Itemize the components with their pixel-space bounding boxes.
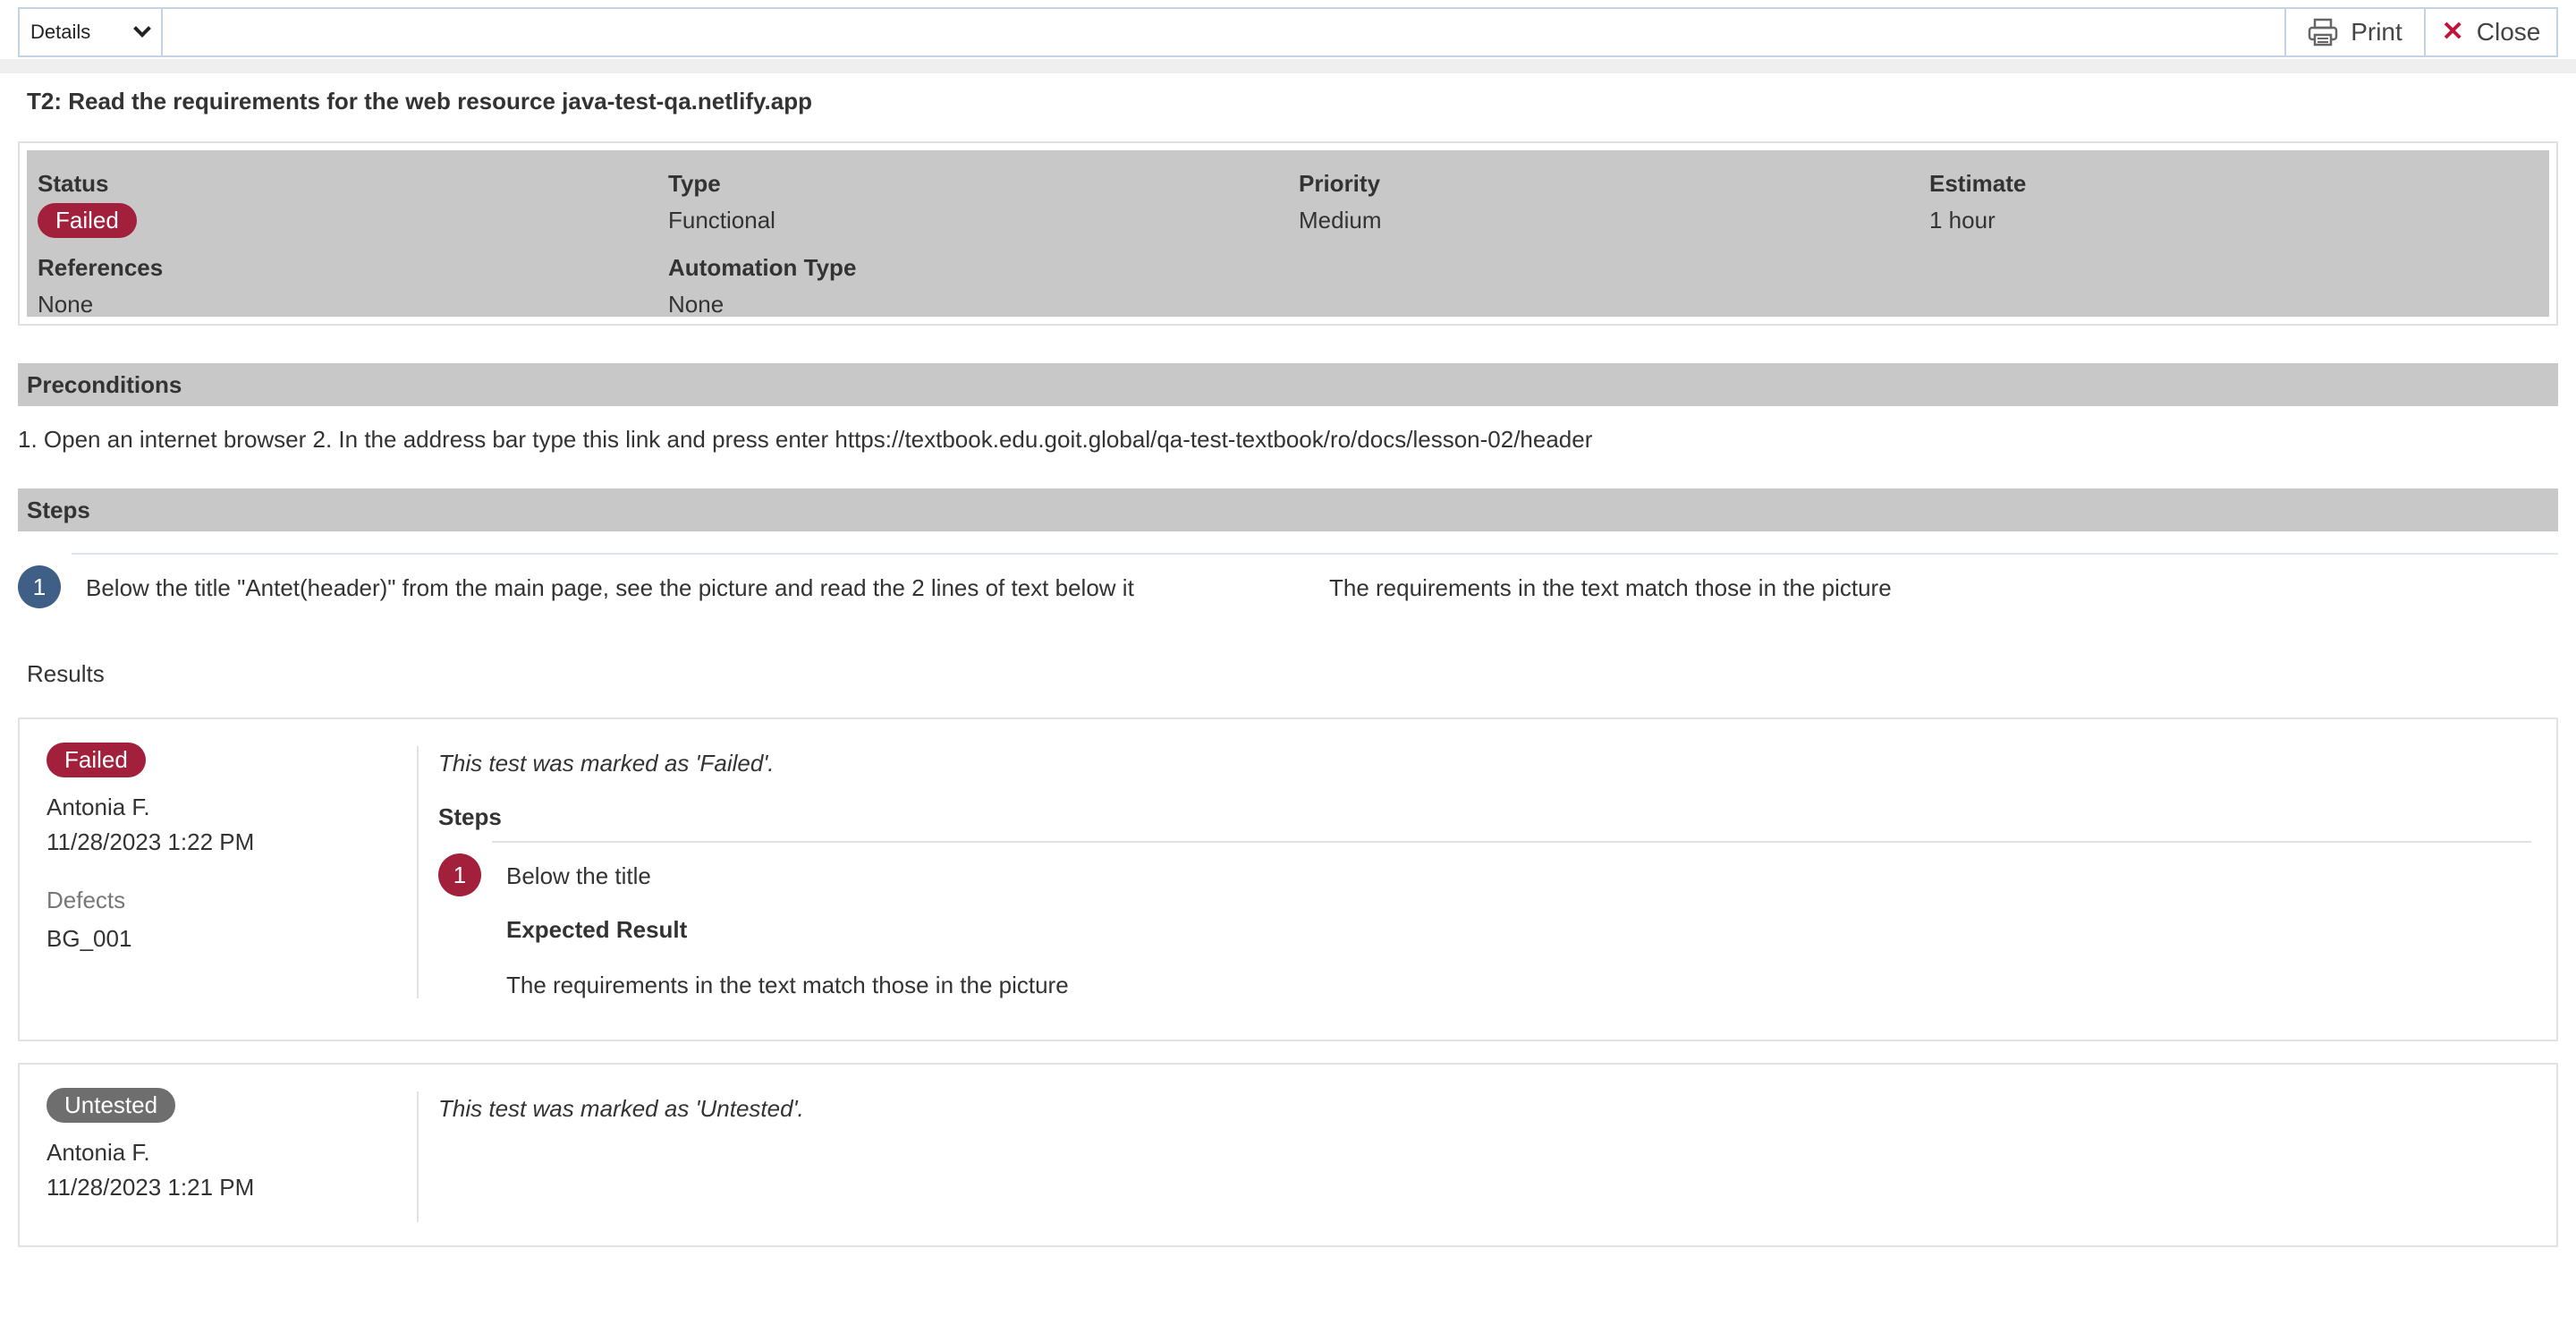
estimate-field: Estimate 1 hour <box>1929 170 2026 234</box>
close-label: Close <box>2476 18 2541 46</box>
result-status-badge: Untested <box>47 1088 176 1123</box>
references-value: None <box>38 291 94 318</box>
close-button[interactable]: ✕ Close <box>2424 9 2556 55</box>
result-card-failed: Failed Antonia F. 11/28/2023 1:22 PM Def… <box>18 717 2558 1041</box>
automation-type-value: None <box>668 291 724 318</box>
result-steps-heading: Steps <box>438 803 502 830</box>
defects-label: Defects <box>47 887 126 913</box>
print-label: Print <box>2351 18 2402 46</box>
result-user: Antonia F. <box>47 1139 150 1166</box>
result-divider <box>417 1091 419 1222</box>
page-title: T2: Read the requirements for the web re… <box>27 88 812 115</box>
result-divider <box>417 746 419 998</box>
steps-heading: Steps <box>18 488 2558 531</box>
step-expected: The requirements in the text match those… <box>1329 574 1892 601</box>
printer-icon <box>2308 18 2338 47</box>
toolbar: Details Print ✕ Close <box>18 7 2558 57</box>
result-status-badge: Failed <box>47 743 146 777</box>
view-select-value: Details <box>30 21 91 43</box>
status-label: Status <box>38 170 109 197</box>
priority-field: Priority Medium <box>1299 170 1381 234</box>
type-value: Functional <box>668 207 775 233</box>
result-timestamp: 11/28/2023 1:21 PM <box>47 1174 255 1201</box>
references-field: References None <box>38 254 163 318</box>
defect-link[interactable]: BG_001 <box>47 925 254 953</box>
close-icon: ✕ <box>2441 17 2464 47</box>
estimate-value: 1 hour <box>1929 207 1996 233</box>
priority-label: Priority <box>1299 170 1381 197</box>
preconditions-heading: Preconditions <box>18 363 2558 406</box>
step-divider <box>72 553 2558 555</box>
header-band <box>0 59 2576 73</box>
preconditions-text: 1. Open an internet browser 2. In the ad… <box>18 426 1593 453</box>
chevron-down-icon <box>133 20 151 38</box>
status-badge: Failed <box>38 203 137 238</box>
references-label: References <box>38 254 164 281</box>
expected-result-value: The requirements in the text match those… <box>506 972 1069 998</box>
estimate-label: Estimate <box>1929 170 2027 197</box>
result-user: Antonia F. <box>47 794 150 820</box>
type-label: Type <box>668 170 721 197</box>
details-panel: Status Failed Type Functional Priority M… <box>18 141 2558 326</box>
result-meta: Untested Antonia F. 11/28/2023 1:21 PM <box>47 1088 254 1201</box>
priority-value: Medium <box>1299 207 1382 233</box>
expected-result-label: Expected Result <box>506 916 688 943</box>
type-field: Type Functional <box>668 170 775 234</box>
result-timestamp: 11/28/2023 1:22 PM <box>47 828 255 855</box>
details-grid: Status Failed Type Functional Priority M… <box>27 150 2549 318</box>
view-select[interactable]: Details <box>20 9 163 55</box>
result-steps-divider <box>492 841 2531 843</box>
result-step-content: Below the title <box>506 862 651 889</box>
status-field: Status Failed <box>38 170 137 238</box>
results-heading: Results <box>27 660 105 687</box>
result-step-number: 1 <box>438 853 481 896</box>
result-card-untested: Untested Antonia F. 11/28/2023 1:21 PM T… <box>18 1063 2558 1247</box>
step-content: Below the title "Antet(header)" from the… <box>86 574 1134 601</box>
automation-type-field: Automation Type None <box>668 254 856 318</box>
result-comment: This test was marked as 'Failed'. <box>438 750 775 777</box>
result-comment: This test was marked as 'Untested'. <box>438 1095 804 1122</box>
automation-type-label: Automation Type <box>668 254 857 281</box>
result-meta: Failed Antonia F. 11/28/2023 1:22 PM Def… <box>47 743 254 953</box>
print-button[interactable]: Print <box>2284 9 2424 55</box>
step-number-badge: 1 <box>18 565 61 608</box>
